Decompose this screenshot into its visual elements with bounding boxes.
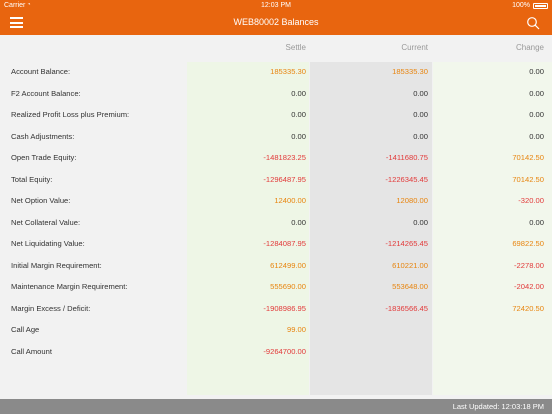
row-label: Maintenance Margin Requirement: [11,282,128,291]
cell-change: 0.00 [529,131,544,141]
cell-settle: 0.00 [291,88,306,98]
cell-settle: 555690.00 [270,282,306,291]
table-row: Net Liquidating Value: -1284087.95 -121426… [0,233,552,254]
table-row: Net Collateral Value: 0.00 0.00 0.00 [0,212,552,233]
row-label: Net Collateral Value: [11,217,81,227]
cell-current: 12080.00 [396,196,428,205]
row-label: Net Option Value: [11,196,71,205]
cell-change: 70142.50 [512,174,544,184]
cell-current: -1836566.45 [385,303,428,313]
cell-current: -1226345.45 [385,174,428,184]
cell-settle: 612499.00 [270,260,306,270]
table-row: Open Trade Equity: -1481823.25 -1411680.75… [0,147,552,168]
cell-change: 0.00 [529,67,544,76]
table-row: Call Age 99.00 [0,319,552,340]
footer-bar: Last Updated: 12:03:18 PM [0,399,552,414]
cell-current: 0.00 [413,131,428,141]
cell-settle: 185335.30 [270,67,306,76]
table-row: Maintenance Margin Requirement: 555690.00… [0,276,552,297]
cell-change: -320.00 [518,196,544,205]
table-row: Net Option Value: 12400.00 12080.00 -320.00 [0,190,552,211]
row-label: Call Age [11,325,40,334]
row-label: Net Liquidating Value: [11,239,85,248]
cell-settle: -9264700.00 [263,346,306,356]
table-row: Cash Adjustments: 0.00 0.00 0.00 [0,126,552,147]
cell-current: -1214265.45 [385,239,428,248]
table-row: Realized Profit Loss plus Premium: 0.00 0.… [0,104,552,125]
cell-current: 0.00 [413,217,428,227]
row-label: Call Amount [11,346,52,356]
column-header-current: Current [401,43,428,52]
battery-percent: 100% [512,2,530,9]
table-row: Initial Margin Requirement: 612499.00 6102… [0,255,552,276]
row-label: Account Balance: [11,67,71,76]
cell-settle: -1908986.95 [263,303,306,313]
cell-change: -2042.00 [514,282,544,291]
cell-current: 0.00 [413,110,428,119]
page-title: WEB80002 Balances [233,17,319,27]
cell-settle: -1284087.95 [263,239,306,248]
table-row: Margin Excess / Deficit: -1908986.95 -1836… [0,298,552,319]
cell-settle: -1296487.95 [263,174,306,184]
status-bar: Carrier ◔ 12:03 PM 100% [0,0,552,12]
cell-settle: -1481823.25 [263,153,306,162]
row-label: Open Trade Equity: [11,153,77,162]
table-row: Account Balance: 185335.30 185335.30 0.00 [0,61,552,82]
cell-change: 0.00 [529,217,544,227]
column-header-change: Change [515,43,544,52]
cell-change: 70142.50 [512,153,544,162]
cell-current: 0.00 [413,88,428,98]
last-updated: Last Updated: 12:03:18 PM [452,402,544,411]
cell-settle: 0.00 [291,110,306,119]
cell-settle: 12400.00 [274,196,306,205]
battery-icon [533,3,548,9]
cell-change: 0.00 [529,88,544,98]
table-row: Call Amount -9264700.00 [0,341,552,362]
cell-settle: 99.00 [286,325,306,334]
cell-settle: 0.00 [291,217,306,227]
cell-change: 69822.50 [512,239,544,248]
cell-current: 610221.00 [392,260,428,270]
cell-settle: 0.00 [291,131,306,141]
row-label: Margin Excess / Deficit: [11,303,91,313]
table-row: Total Equity: -1296487.95 -1226345.45 70142… [0,169,552,190]
row-label: Initial Margin Requirement: [11,260,102,270]
column-header-settle: Settle [285,43,306,52]
cell-change: 0.00 [529,110,544,119]
row-label: Total Equity: [11,174,53,184]
cell-current: -1411680.75 [385,153,428,162]
cell-change: 72420.50 [512,303,544,313]
cell-current: 185335.30 [392,67,428,76]
search-icon[interactable] [526,16,540,30]
status-time: 12:03 PM [261,2,291,9]
row-label: Realized Profit Loss plus Premium: [11,110,130,119]
cell-change: -2278.00 [514,260,544,270]
row-label: Cash Adjustments: [11,131,75,141]
balances-grid: Settle Current Change Account Balance: 18… [0,35,552,399]
row-label: F2 Account Balance: [11,88,81,98]
cell-current: 553648.00 [392,282,428,291]
nav-bar: WEB80002 Balances [0,12,552,35]
table-row: F2 Account Balance: 0.00 0.00 0.00 [0,83,552,104]
